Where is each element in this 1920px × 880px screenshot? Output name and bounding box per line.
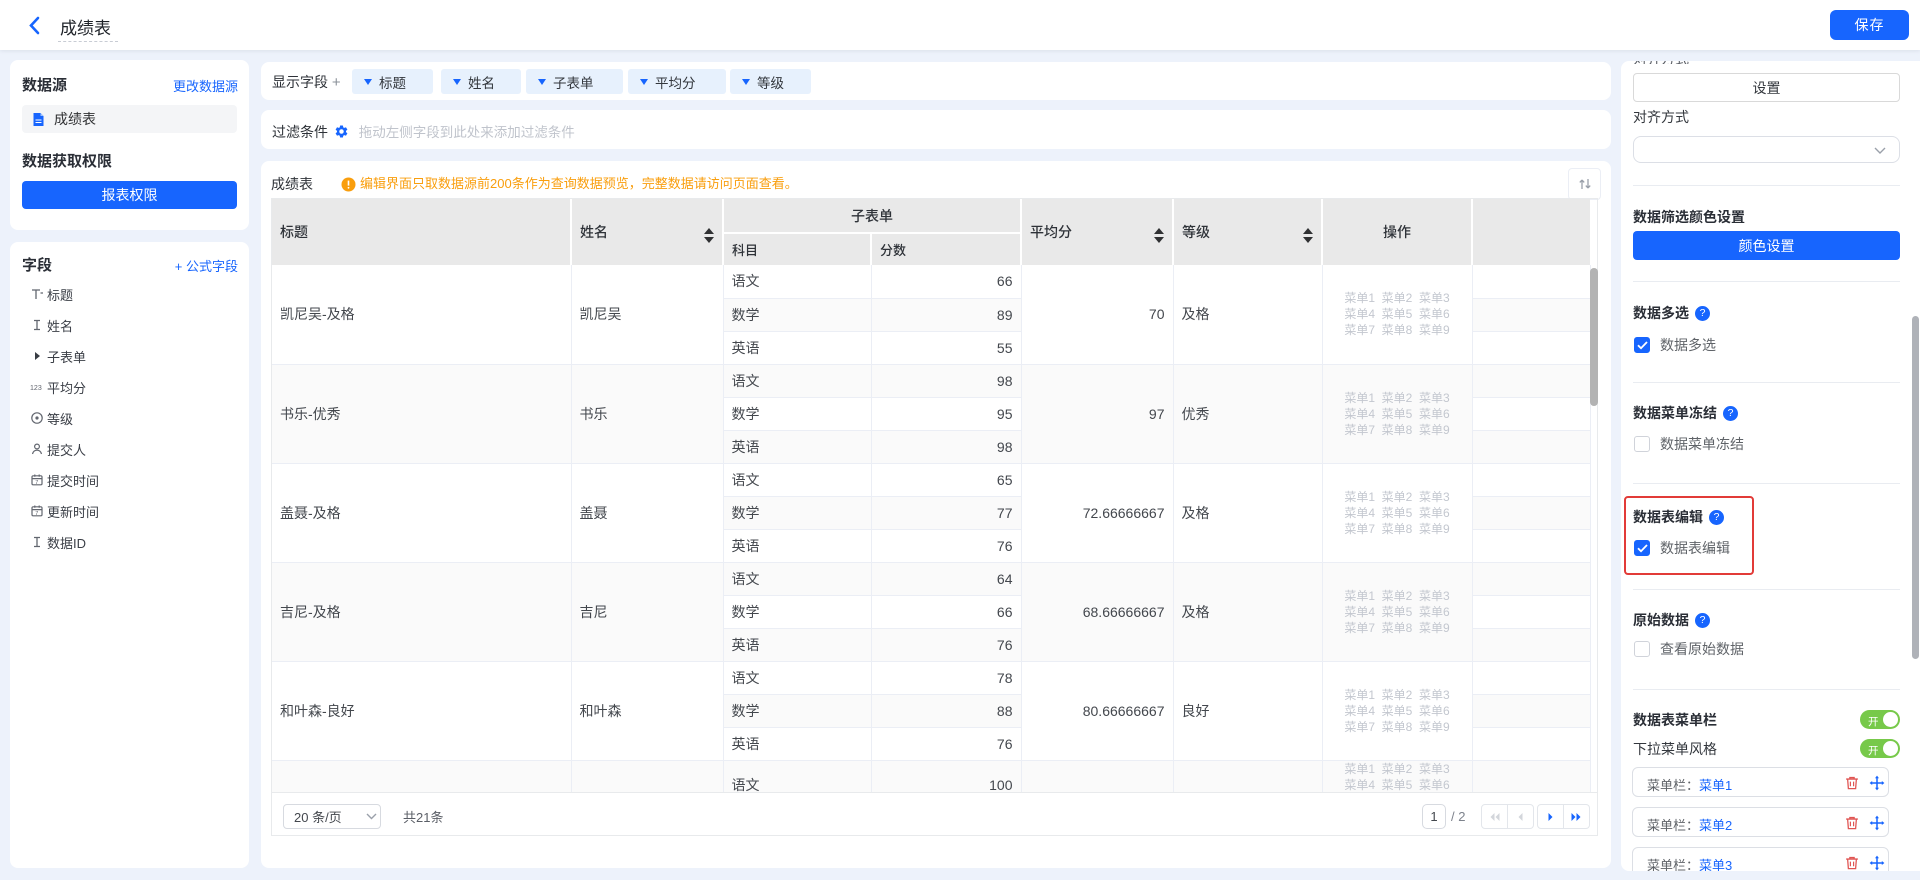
svg-text:7: 7: [35, 511, 38, 517]
svg-text:123: 123: [30, 385, 42, 392]
svg-text:7: 7: [35, 480, 38, 486]
